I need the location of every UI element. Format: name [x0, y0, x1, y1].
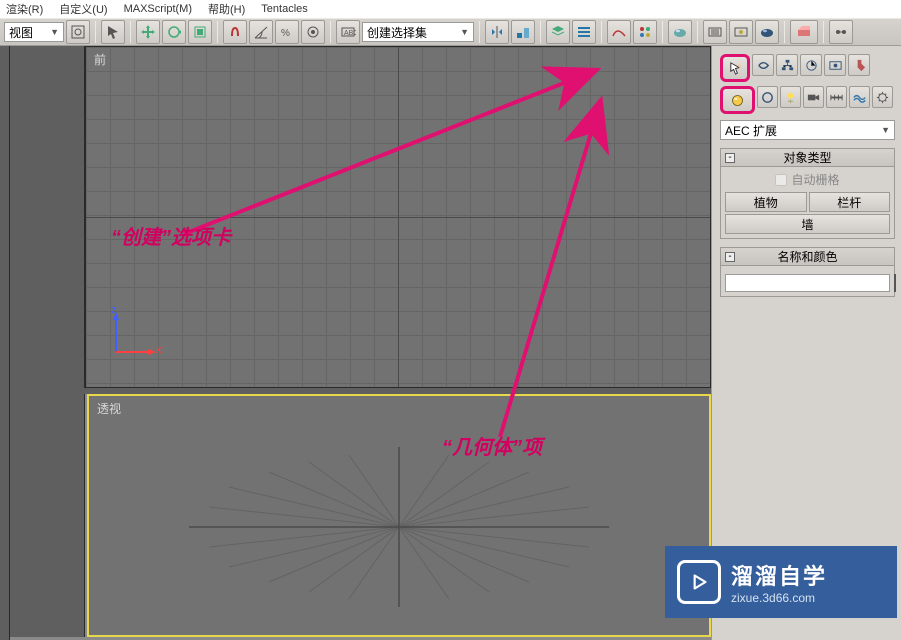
menubar: 渲染(R) 自定义(U) MAXScript(M) 帮助(H) Tentacle…	[0, 0, 901, 18]
menu-render[interactable]: 渲染(R)	[6, 1, 43, 17]
viewport-front[interactable]: 前 z x	[85, 46, 711, 388]
material-editor-button[interactable]	[668, 20, 692, 44]
plant-button[interactable]: 植物	[725, 192, 807, 212]
callout-geometry: “几何体”项	[442, 431, 542, 460]
callout-create-tab: “创建”选项卡	[111, 221, 231, 250]
layers-button[interactable]	[546, 20, 570, 44]
svg-text:ABC: ABC	[344, 30, 356, 37]
svg-text:%: %	[281, 28, 290, 39]
watermark-logo	[677, 560, 721, 604]
motion-tab[interactable]	[800, 54, 822, 76]
watermark: 溜溜自学 zixue.3d66.com	[665, 546, 897, 618]
axis-indicator: z x	[106, 306, 162, 367]
display-tab[interactable]	[824, 54, 846, 76]
category-dropdown[interactable]: AEC 扩展▼	[720, 120, 895, 140]
select-rotate-button[interactable]	[162, 20, 186, 44]
angle-snap-button[interactable]	[249, 20, 273, 44]
left-rail	[0, 46, 10, 640]
axis-x-label: x	[156, 344, 162, 356]
align-button[interactable]	[511, 20, 535, 44]
menu-help[interactable]: 帮助(H)	[208, 1, 245, 17]
watermark-title: 溜溜自学	[731, 559, 827, 591]
extra-1-button[interactable]	[790, 20, 818, 44]
utilities-tab[interactable]	[848, 54, 870, 76]
autogrid-label: 自动栅格	[791, 171, 839, 188]
viewport-spacer	[10, 46, 85, 388]
shapes-category[interactable]	[757, 86, 778, 108]
pivot-center-button[interactable]	[66, 20, 90, 44]
spinner-snap-button[interactable]	[301, 20, 325, 44]
cameras-category[interactable]	[803, 86, 824, 108]
select-object-button[interactable]	[101, 20, 125, 44]
named-selection-edit-button[interactable]: ABC	[336, 20, 360, 44]
render-setup-button[interactable]	[703, 20, 727, 44]
viewport-front-label: 前	[94, 51, 106, 68]
command-panel-tabs	[720, 54, 893, 82]
menu-maxscript[interactable]: MAXScript(M)	[124, 3, 192, 15]
named-selection-dropdown[interactable]: 创建选择集▼	[362, 22, 474, 42]
watermark-url: zixue.3d66.com	[731, 591, 827, 605]
rollout-collapse-button[interactable]: -	[725, 153, 735, 163]
helpers-category[interactable]	[826, 86, 847, 108]
name-color-header[interactable]: - 名称和颜色	[721, 248, 894, 266]
mirror-button[interactable]	[485, 20, 509, 44]
autogrid-checkbox	[775, 174, 787, 186]
axis-z-label: z	[111, 304, 117, 316]
rollout-collapse-button-2[interactable]: -	[725, 252, 735, 262]
color-swatch[interactable]	[894, 274, 896, 292]
viewport-spacer-2	[10, 394, 85, 637]
object-type-rollout: - 对象类型 自动栅格 植物 栏杆 墙	[720, 148, 895, 239]
lights-category[interactable]	[780, 86, 801, 108]
render-frame-button[interactable]	[729, 20, 753, 44]
wall-button[interactable]: 墙	[725, 214, 890, 234]
viewport-perspective[interactable]: 透视	[87, 394, 711, 637]
object-name-input[interactable]	[725, 274, 890, 292]
object-type-header[interactable]: - 对象类型	[721, 149, 894, 167]
railing-button[interactable]: 栏杆	[809, 192, 891, 212]
geometry-category[interactable]	[720, 86, 755, 114]
hierarchy-tab[interactable]	[776, 54, 798, 76]
viewport-front-centerlines	[86, 47, 710, 387]
menu-customize[interactable]: 自定义(U)	[59, 1, 107, 17]
create-tab[interactable]	[720, 54, 750, 82]
extra-2-button[interactable]	[829, 20, 853, 44]
layer-manager-button[interactable]	[572, 20, 596, 44]
main-toolbar: 视图▼ % ABC 创建选择集▼	[0, 18, 901, 46]
modify-tab[interactable]	[752, 54, 774, 76]
name-color-rollout: - 名称和颜色	[720, 247, 895, 297]
perspective-grid	[179, 427, 619, 627]
snap-toggle-button[interactable]	[223, 20, 247, 44]
spacewarps-category[interactable]	[849, 86, 870, 108]
create-categories	[720, 86, 893, 114]
refcoord-dropdown[interactable]: 视图▼	[4, 22, 64, 42]
curve-editor-button[interactable]	[607, 20, 631, 44]
schematic-view-button[interactable]	[633, 20, 657, 44]
viewport-persp-label: 透视	[97, 400, 121, 417]
select-scale-button[interactable]	[188, 20, 212, 44]
select-move-button[interactable]	[136, 20, 160, 44]
systems-category[interactable]	[872, 86, 893, 108]
quick-render-button[interactable]	[755, 20, 779, 44]
percent-snap-button[interactable]: %	[275, 20, 299, 44]
menu-tentacles[interactable]: Tentacles	[261, 3, 307, 15]
viewport-area: 前 z x 透视	[10, 46, 711, 640]
